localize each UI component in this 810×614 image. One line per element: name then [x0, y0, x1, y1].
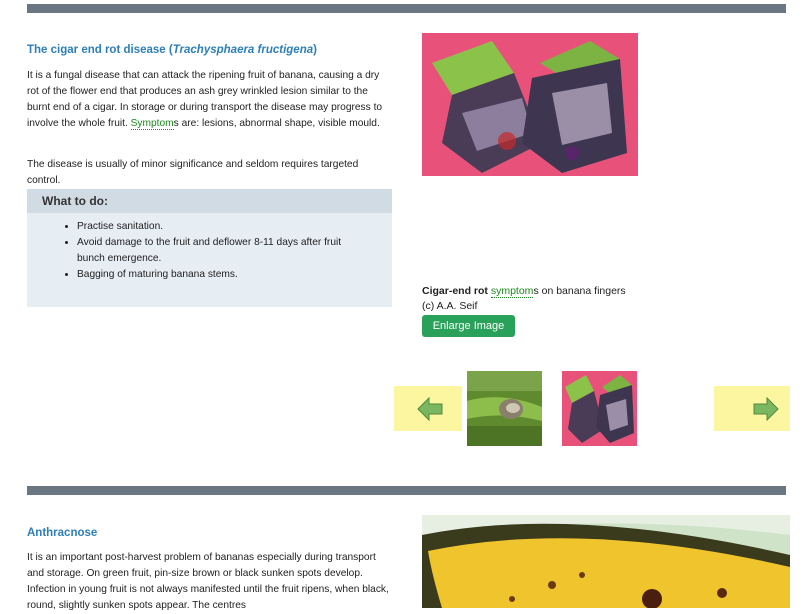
left-arrow-icon	[417, 396, 443, 422]
what-to-do-list: Practise sanitation. Avoid damage to the…	[27, 219, 392, 283]
previous-image-button[interactable]	[394, 386, 462, 431]
anthracnose-paragraph: It is an important post-harvest problem …	[27, 552, 389, 611]
right-arrow-icon	[753, 396, 779, 422]
photo-caption: Cigar-end rot symptoms on banana fingers…	[422, 285, 626, 312]
cigar-end-rot-photo[interactable]	[422, 33, 638, 176]
next-image-button[interactable]	[714, 386, 790, 431]
section-title-anthracnose: Anthracnose	[27, 527, 98, 539]
photo-credit: (c) A.A. Seif	[422, 300, 478, 312]
list-item: Practise sanitation.	[77, 219, 367, 235]
what-to-do-title: What to do:	[27, 189, 392, 213]
significance-paragraph: The disease is usually of minor signific…	[27, 159, 359, 186]
enlarge-image-button[interactable]: Enlarge Image	[422, 315, 515, 337]
anthracnose-photo[interactable]	[422, 515, 790, 608]
what-to-do-box: What to do: Practise sanitation. Avoid d…	[27, 189, 392, 307]
symptom-link[interactable]: Symptom	[130, 118, 174, 130]
section-divider	[27, 486, 786, 495]
list-item: Avoid damage to the fruit and deflower 8…	[77, 235, 367, 267]
description-paragraph: It is a fungal disease that can attack t…	[27, 70, 383, 130]
section-divider-top	[27, 4, 786, 13]
list-item: Bagging of maturing banana stems.	[77, 267, 367, 283]
thumbnail-banana-plant[interactable]	[467, 371, 542, 446]
thumbnail-cigar-end-rot[interactable]	[562, 371, 637, 446]
symptom-link-caption[interactable]: symptom	[490, 285, 534, 298]
section-title-cigar-end-rot: The cigar end rot disease (Trachysphaera…	[27, 44, 317, 56]
